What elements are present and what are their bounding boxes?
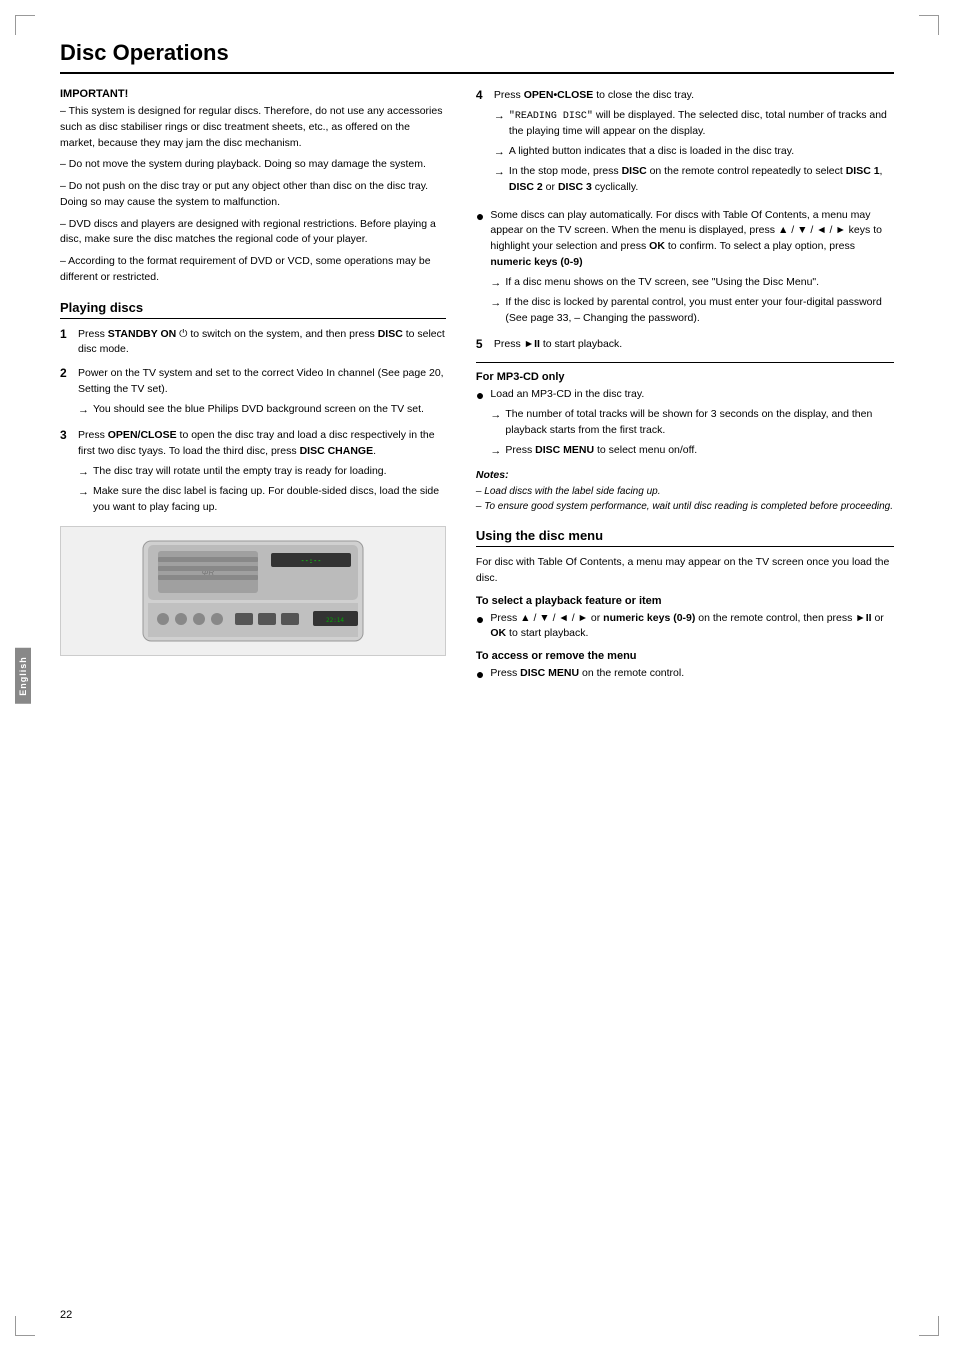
important-p2: – Do not move the system during playback…	[60, 157, 446, 173]
step-2-num: 2	[60, 366, 72, 380]
step-1: 1 Press STANDBY ON ⏻ to switch on the sy…	[60, 327, 446, 359]
svg-text:22:14: 22:14	[326, 617, 344, 624]
notes-title: Notes:	[476, 469, 894, 481]
corner-mark-tl	[15, 15, 35, 35]
step-3-arrow-text-2: Make sure the disc label is facing up. F…	[93, 484, 446, 516]
arrow-icon-2: →	[78, 464, 89, 481]
step-4-arrow-text-2: A lighted button indicates that a disc i…	[509, 144, 794, 161]
mp3-arrow-text-2: Press DISC MENU to select menu on/off.	[505, 443, 697, 460]
corner-mark-bl	[15, 1316, 35, 1336]
bullet-1-arrow-text-2: If the disc is locked by parental contro…	[505, 295, 894, 327]
step-1-content: Press STANDBY ON ⏻ to switch on the syst…	[78, 327, 446, 359]
bullet-1-arrow-text-1: If a disc menu shows on the TV screen, s…	[505, 275, 819, 292]
arrow-icon-6: →	[494, 164, 505, 196]
bullet-1-content: Some discs can play automatically. For d…	[490, 208, 894, 329]
arrow-icon-4: →	[494, 108, 505, 140]
left-column: IMPORTANT! – This system is designed for…	[60, 88, 446, 691]
important-title: IMPORTANT!	[60, 88, 446, 100]
important-p5: – According to the format requirement of…	[60, 254, 446, 286]
select-feature-bullet-icon: ●	[476, 611, 484, 628]
language-tab: English	[15, 648, 31, 704]
step-4: 4 Press OPEN•CLOSE to close the disc tra…	[476, 88, 894, 198]
arrow-icon-10: →	[490, 443, 501, 460]
arrow-icon-5: →	[494, 144, 505, 161]
mp3-bullet-icon: ●	[476, 387, 484, 404]
select-feature-bullet: ● Press ▲ / ▼ / ◄ / ► or numeric keys (0…	[476, 611, 894, 643]
corner-mark-tr	[919, 15, 939, 35]
step-3-arrow-2: → Make sure the disc label is facing up.…	[78, 484, 446, 516]
step-2-content: Power on the TV system and set to the co…	[78, 366, 446, 420]
bullet-icon-1: ●	[476, 208, 484, 225]
playing-discs-title: Playing discs	[60, 300, 446, 319]
bullet-1-arrow-1: → If a disc menu shows on the TV screen,…	[490, 275, 894, 292]
access-menu-title: To access or remove the menu	[476, 650, 894, 662]
important-p1: – This system is designed for regular di…	[60, 104, 446, 151]
mp3-bullet: ● Load an MP3-CD in the disc tray. → The…	[476, 387, 894, 461]
important-section: IMPORTANT! – This system is designed for…	[60, 88, 446, 286]
bullet-1: ● Some discs can play automatically. For…	[476, 208, 894, 329]
right-column: 4 Press OPEN•CLOSE to close the disc tra…	[476, 88, 894, 691]
important-p4: – DVD discs and players are designed wit…	[60, 217, 446, 249]
mp3-arrow-text-1: The number of total tracks will be shown…	[505, 407, 894, 439]
svg-text:--:--: --:--	[300, 557, 321, 565]
page-number: 22	[60, 1309, 72, 1321]
step-3-content: Press OPEN/CLOSE to open the disc tray a…	[78, 428, 446, 518]
access-menu-bullet-icon: ●	[476, 666, 484, 683]
access-menu-bullet: ● Press DISC MENU on the remote control.	[476, 666, 894, 683]
step-5: 5 Press ►II to start playback.	[476, 337, 894, 353]
step-2: 2 Power on the TV system and set to the …	[60, 366, 446, 420]
step-3-arrow-1: → The disc tray will rotate until the em…	[78, 464, 446, 481]
step-2-arrow-text: You should see the blue Philips DVD back…	[93, 402, 424, 419]
mp3-title: For MP3-CD only	[476, 371, 894, 383]
step-4-arrow-2: → A lighted button indicates that a disc…	[494, 144, 894, 161]
page: English Disc Operations IMPORTANT! – Thi…	[0, 0, 954, 1351]
step-1-num: 1	[60, 327, 72, 341]
access-menu-content: Press DISC MENU on the remote control.	[490, 666, 684, 682]
mp3-arrow-2: → Press DISC MENU to select menu on/off.	[490, 443, 894, 460]
disc-menu-title: Using the disc menu	[476, 528, 894, 547]
mp3-bullet-content: Load an MP3-CD in the disc tray. → The n…	[490, 387, 894, 461]
arrow-icon-9: →	[490, 407, 501, 439]
step-4-arrow-text-1: "READING DISC" will be displayed. The se…	[509, 108, 894, 140]
notes-text-1: – Load discs with the label side facing …	[476, 484, 894, 499]
arrow-icon-8: →	[490, 295, 501, 327]
select-feature-title: To select a playback feature or item	[476, 595, 894, 607]
step-3-num: 3	[60, 428, 72, 442]
device-image: ΦR --:--	[60, 526, 446, 656]
arrow-icon-7: →	[490, 275, 501, 292]
select-feature-content: Press ▲ / ▼ / ◄ / ► or numeric keys (0-9…	[490, 611, 894, 643]
step-3: 3 Press OPEN/CLOSE to open the disc tray…	[60, 428, 446, 518]
mp3-arrow-1: → The number of total tracks will be sho…	[490, 407, 894, 439]
step-4-content: Press OPEN•CLOSE to close the disc tray.…	[494, 88, 894, 198]
page-title: Disc Operations	[60, 40, 894, 74]
step-4-arrow-text-3: In the stop mode, press DISC on the remo…	[509, 164, 894, 196]
step-4-arrow-1: → "READING DISC" will be displayed. The …	[494, 108, 894, 140]
arrow-icon-3: →	[78, 484, 89, 516]
step-4-num: 4	[476, 88, 488, 102]
arrow-icon-1: →	[78, 402, 89, 419]
disc-menu-intro: For disc with Table Of Contents, a menu …	[476, 555, 894, 587]
notes-text-2: – To ensure good system performance, wai…	[476, 499, 894, 514]
content-area: IMPORTANT! – This system is designed for…	[60, 88, 894, 691]
device-svg: ΦR --:--	[123, 531, 383, 651]
important-p3: – Do not push on the disc tray or put an…	[60, 179, 446, 211]
step-5-content: Press ►II to start playback.	[494, 337, 622, 353]
step-2-arrow: → You should see the blue Philips DVD ba…	[78, 402, 446, 419]
step-5-num: 5	[476, 337, 488, 351]
step-4-arrow-3: → In the stop mode, press DISC on the re…	[494, 164, 894, 196]
corner-mark-br	[919, 1316, 939, 1336]
divider-1	[476, 362, 894, 363]
step-3-arrow-text-1: The disc tray will rotate until the empt…	[93, 464, 387, 481]
bullet-1-arrow-2: → If the disc is locked by parental cont…	[490, 295, 894, 327]
notes-section: Notes: – Load discs with the label side …	[476, 469, 894, 514]
